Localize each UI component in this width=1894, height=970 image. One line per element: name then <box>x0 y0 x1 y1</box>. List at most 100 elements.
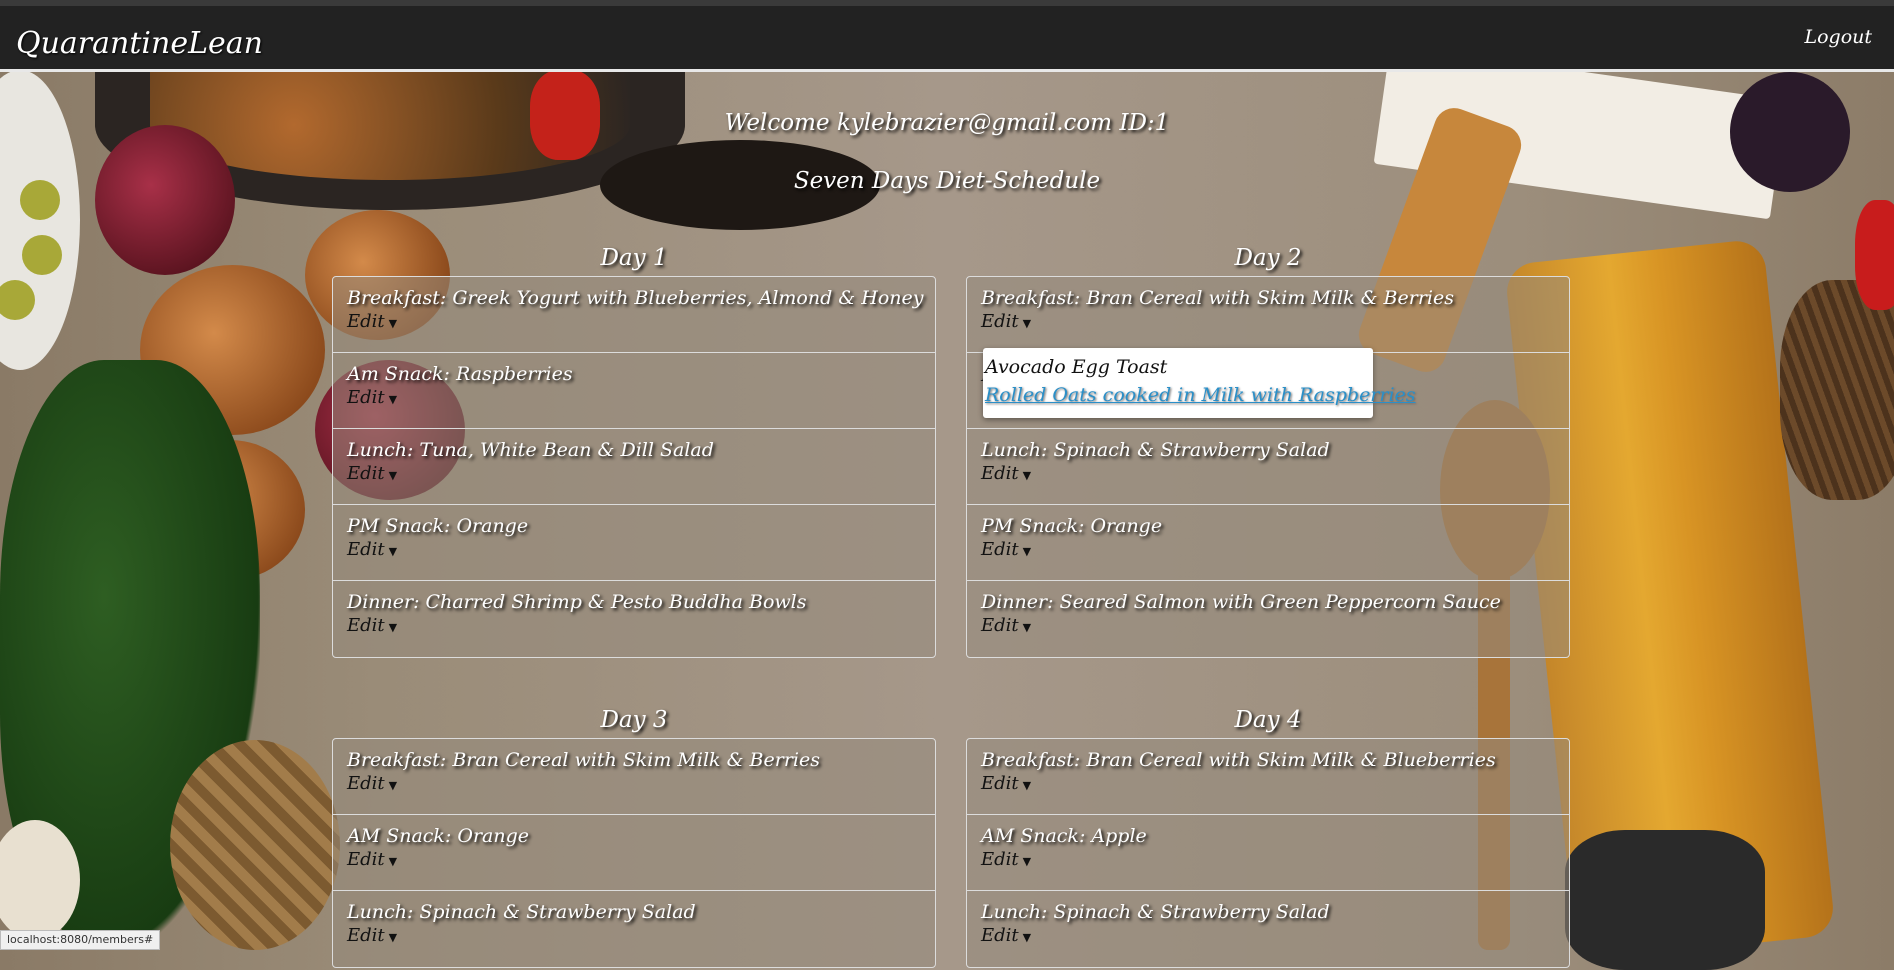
meal-label: Breakfast: Greek Yogurt with Blueberries… <box>347 287 924 309</box>
edit-label: Edit <box>347 463 385 484</box>
edit-label: Edit <box>347 311 385 332</box>
meal-label: PM Snack: Orange <box>981 515 1163 537</box>
edit-dropdown-button[interactable]: Edit▼ <box>981 311 1031 332</box>
meal-list: Breakfast: Bran Cereal with Skim Milk & … <box>966 738 1570 968</box>
edit-label: Edit <box>981 849 1019 870</box>
day-2-panel: Day 2 Breakfast: Bran Cereal with Skim M… <box>966 240 1570 658</box>
edit-dropdown-button[interactable]: Edit▼ <box>347 311 397 332</box>
meal-label: AM Snack: Apple <box>981 825 1147 847</box>
dropdown-option[interactable]: Avocado Egg Toast <box>983 353 1373 381</box>
day-4-panel: Day 4 Breakfast: Bran Cereal with Skim M… <box>966 702 1570 968</box>
caret-down-icon: ▼ <box>1022 317 1032 330</box>
day-title: Day 3 <box>600 707 668 733</box>
edit-dropdown-button[interactable]: Edit▼ <box>347 539 397 560</box>
caret-down-icon: ▼ <box>388 393 398 406</box>
caret-down-icon: ▼ <box>1022 545 1032 558</box>
edit-label: Edit <box>347 849 385 870</box>
chilli-decoration <box>1855 200 1894 310</box>
meal-list: Breakfast: Bran Cereal with Skim Milk & … <box>332 738 936 968</box>
meal-label: Am Snack: Raspberries <box>347 363 573 385</box>
caret-down-icon: ▼ <box>388 621 398 634</box>
schedule-title: Seven Days Diet-Schedule <box>793 168 1101 194</box>
meal-item: Lunch: Spinach & Strawberry Salad Edit ▼ <box>333 891 935 967</box>
meal-label: Breakfast: Bran Cereal with Skim Milk & … <box>347 749 820 771</box>
navbar: QuarantineLean Logout <box>0 0 1894 72</box>
meal-label: Lunch: Spinach & Strawberry Salad <box>347 901 696 923</box>
meal-label: Lunch: Tuna, White Bean & Dill Salad <box>347 439 714 461</box>
edit-dropdown-button[interactable]: Edit▼ <box>981 463 1031 484</box>
day-3-panel: Day 3 Breakfast: Bran Cereal with Skim M… <box>332 702 936 968</box>
day-title: Day 4 <box>1234 707 1302 733</box>
caret-down-icon: ▼ <box>388 779 398 792</box>
meal-item: PM Snack: Orange Edit ▼ <box>333 505 935 581</box>
caret-down-icon: ▼ <box>388 545 398 558</box>
meal-label: Breakfast: Bran Cereal with Skim Milk & … <box>981 287 1454 309</box>
meal-label: Breakfast: Bran Cereal with Skim Milk & … <box>981 749 1496 771</box>
edit-dropdown-button[interactable]: Edit▼ <box>347 925 397 946</box>
meal-item: Am Snack: Raspberries Edit ▼ <box>333 353 935 429</box>
caret-down-icon: ▼ <box>1022 779 1032 792</box>
edit-label: Edit <box>981 615 1019 636</box>
red-onion-decoration <box>95 125 235 275</box>
edit-label: Edit <box>981 311 1019 332</box>
edit-dropdown-button[interactable]: Edit▼ <box>981 539 1031 560</box>
edit-label: Edit <box>347 539 385 560</box>
meal-item: Lunch: Spinach & Strawberry Salad Edit ▼ <box>967 429 1569 505</box>
caret-down-icon: ▼ <box>388 317 398 330</box>
meal-label: Dinner: Charred Shrimp & Pesto Buddha Bo… <box>347 591 807 613</box>
meal-item: Breakfast: Bran Cereal with Skim Milk & … <box>967 739 1569 815</box>
meal-item: Lunch: Tuna, White Bean & Dill Salad Edi… <box>333 429 935 505</box>
edit-dropdown-button[interactable]: Edit▼ <box>347 463 397 484</box>
meal-list: Breakfast: Greek Yogurt with Blueberries… <box>332 276 936 658</box>
browser-status-url: localhost:8080/members# <box>0 930 161 950</box>
meal-label: PM Snack: Orange <box>347 515 529 537</box>
olive-decoration <box>22 235 62 275</box>
meal-label: Lunch: Spinach & Strawberry Salad <box>981 439 1330 461</box>
edit-dropdown-button[interactable]: Edit▼ <box>981 773 1031 794</box>
meal-item: AM Snack: Apple Edit ▼ <box>967 815 1569 891</box>
day-1-panel: Day 1 Breakfast: Greek Yogurt with Blueb… <box>332 240 936 658</box>
edit-label: Edit <box>347 925 385 946</box>
pan-handle-decoration <box>1565 830 1765 970</box>
caret-down-icon: ▼ <box>388 931 398 944</box>
edit-label: Edit <box>347 387 385 408</box>
brand-logo[interactable]: QuarantineLean <box>16 26 263 61</box>
edit-dropdown-menu: Avocado Egg Toast Rolled Oats cooked in … <box>983 348 1416 418</box>
edit-label: Edit <box>981 463 1019 484</box>
meal-item: Breakfast: Bran Cereal with Skim Milk & … <box>333 739 935 815</box>
meal-item: PM Snack: Orange Edit ▼ <box>967 505 1569 581</box>
edit-dropdown-button[interactable]: Edit▼ <box>981 925 1031 946</box>
dropdown-option[interactable]: Rolled Oats cooked in Milk with Raspberr… <box>983 381 1416 409</box>
meal-item: Breakfast: Greek Yogurt with Blueberries… <box>333 277 935 353</box>
meal-item: AM Snack: Orange Edit ▼ <box>333 815 935 891</box>
edit-dropdown-button[interactable]: Edit▼ <box>347 773 397 794</box>
edit-label: Edit <box>981 539 1019 560</box>
straw-decoration <box>1780 280 1894 500</box>
edit-label: Edit <box>347 615 385 636</box>
day-title: Day 2 <box>1234 245 1302 271</box>
logout-link[interactable]: Logout <box>1804 26 1872 48</box>
caret-down-icon: ▼ <box>1022 931 1032 944</box>
day-title: Day 1 <box>600 245 668 271</box>
edit-dropdown-button[interactable]: Edit▼ <box>981 849 1031 870</box>
edit-dropdown-button[interactable]: Edit▼ <box>981 615 1031 636</box>
edit-label: Edit <box>981 925 1019 946</box>
meal-label: AM Snack: Orange <box>347 825 530 847</box>
welcome-message: Welcome kylebrazier@gmail.com ID:1 <box>724 110 1170 136</box>
meal-label: Dinner: Seared Salmon with Green Pepperc… <box>981 591 1501 613</box>
meal-item: Breakfast: Bran Cereal with Skim Milk & … <box>967 277 1569 353</box>
caret-down-icon: ▼ <box>1022 855 1032 868</box>
edit-dropdown-button[interactable]: Edit▼ <box>347 615 397 636</box>
caret-down-icon: ▼ <box>388 855 398 868</box>
pasta-decoration <box>170 740 340 950</box>
caret-down-icon: ▼ <box>1022 469 1032 482</box>
meal-item: Dinner: Seared Salmon with Green Pepperc… <box>967 581 1569 657</box>
meal-item: Lunch: Spinach & Strawberry Salad Edit ▼ <box>967 891 1569 967</box>
edit-dropdown-button[interactable]: Edit▼ <box>347 387 397 408</box>
caret-down-icon: ▼ <box>388 469 398 482</box>
caret-down-icon: ▼ <box>1022 621 1032 634</box>
edit-dropdown-button[interactable]: Edit▼ <box>347 849 397 870</box>
edit-label: Edit <box>981 773 1019 794</box>
meal-label: Lunch: Spinach & Strawberry Salad <box>981 901 1330 923</box>
meal-item: Dinner: Charred Shrimp & Pesto Buddha Bo… <box>333 581 935 657</box>
